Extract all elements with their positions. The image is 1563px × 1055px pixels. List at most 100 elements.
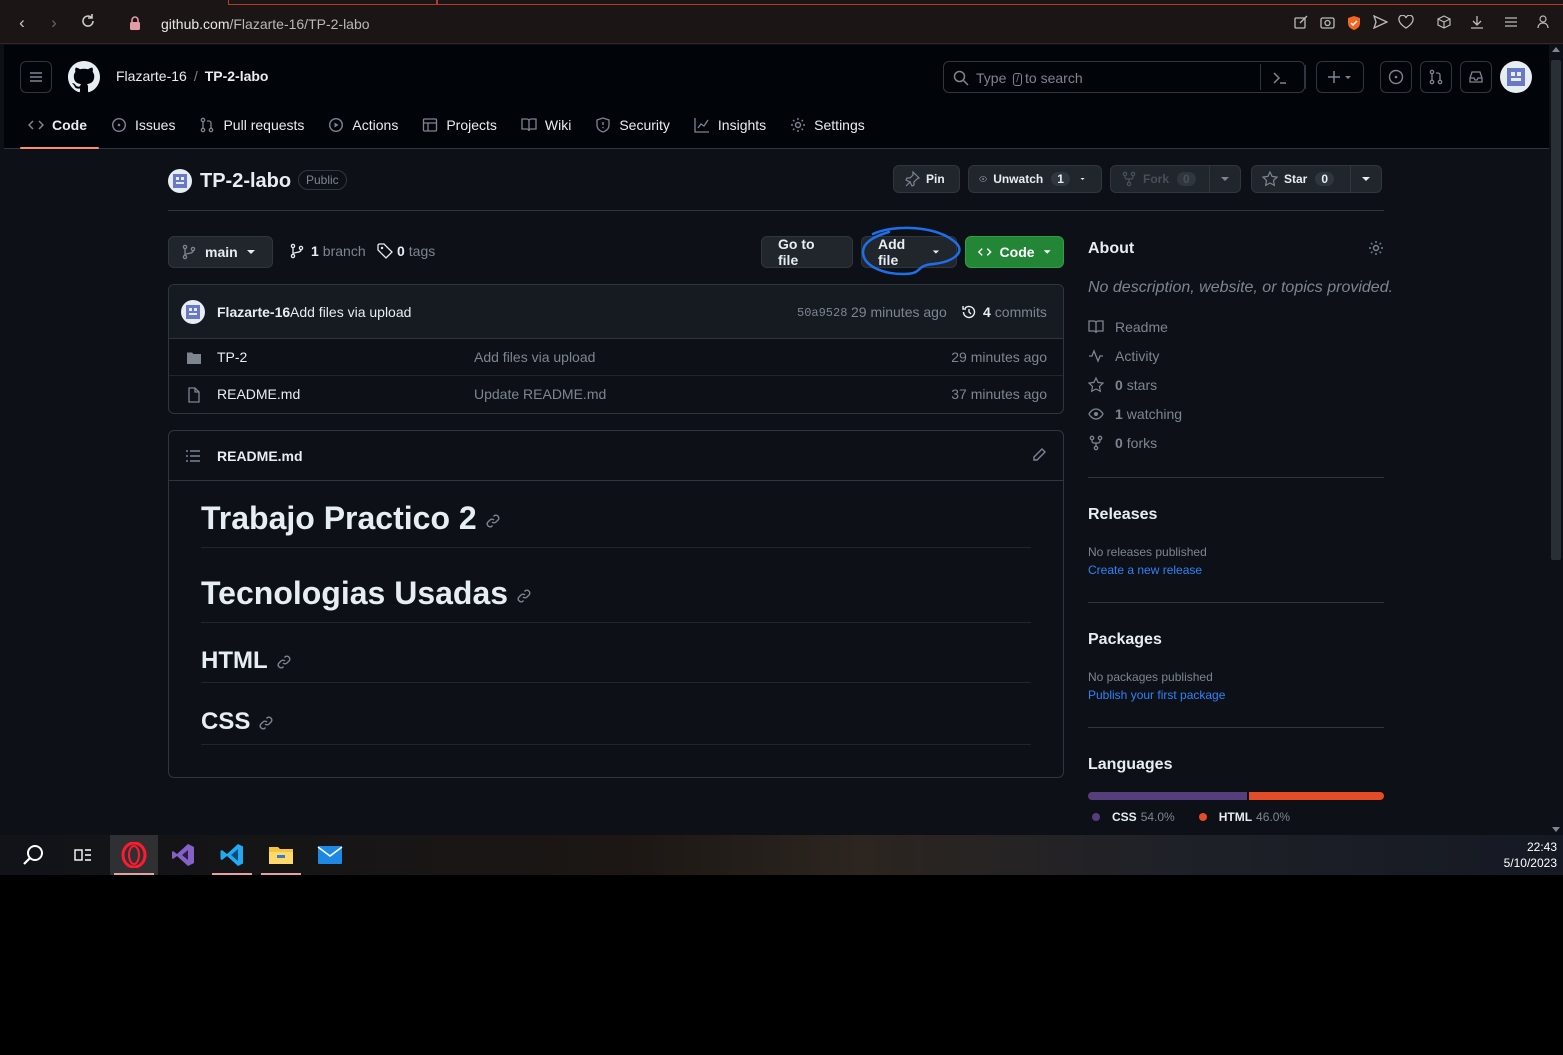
file-name[interactable]: TP-2: [217, 349, 247, 365]
create-release-link[interactable]: Create a new release: [1088, 563, 1202, 577]
commit-author[interactable]: Flazarte-16: [217, 304, 290, 320]
breadcrumb-repo[interactable]: TP-2-labo: [205, 68, 269, 84]
send-icon[interactable]: [1372, 14, 1389, 31]
tab-projects[interactable]: Projects: [414, 105, 509, 145]
branch-selector-button[interactable]: main: [168, 236, 273, 268]
language-legend-item[interactable]: CSS 54.0%: [1092, 810, 1175, 824]
code-dropdown-button[interactable]: Code: [965, 236, 1064, 268]
edit-icon[interactable]: [1294, 15, 1310, 31]
file-explorer-icon[interactable]: [257, 835, 305, 875]
search-placeholder-suffix: to search: [1025, 70, 1083, 86]
scroll-down-icon[interactable]: [1552, 827, 1560, 832]
shield-extension-icon[interactable]: [1347, 15, 1363, 31]
tab-wiki[interactable]: Wiki: [513, 105, 583, 145]
task-view-icon[interactable]: [59, 835, 107, 875]
file-name[interactable]: README.md: [217, 386, 300, 402]
search-shortcut-key: /: [1013, 73, 1023, 86]
unwatch-label: Unwatch: [993, 172, 1044, 186]
url-path: /Flazarte-16/TP-2-labo: [229, 16, 370, 32]
language-legend-item[interactable]: HTML 46.0%: [1198, 810, 1290, 824]
commit-history-link[interactable]: 4 commits: [961, 304, 1047, 320]
star-dropdown-button[interactable]: [1350, 165, 1382, 193]
tab-settings[interactable]: Settings: [782, 105, 877, 145]
opera-browser-icon[interactable]: [110, 835, 158, 875]
fork-button[interactable]: Fork 0: [1110, 165, 1210, 193]
forward-icon[interactable]: ›: [44, 13, 64, 33]
readme-link[interactable]: Readme: [1088, 319, 1168, 335]
scroll-up-icon[interactable]: [1552, 47, 1560, 52]
tag-count-link[interactable]: 0 tags: [377, 243, 435, 259]
commit-sha[interactable]: 50a9528: [797, 306, 847, 320]
link-icon[interactable]: [276, 654, 292, 670]
issues-icon[interactable]: [1380, 61, 1412, 93]
profile-icon[interactable]: [1537, 15, 1553, 31]
commit-message[interactable]: Add files via upload: [290, 304, 411, 320]
branch-count-link[interactable]: 1 branch: [289, 243, 366, 259]
fork-icon: [1122, 171, 1136, 187]
tab-security[interactable]: Security: [587, 105, 682, 145]
link-icon[interactable]: [258, 715, 274, 731]
releases-heading[interactable]: Releases: [1088, 506, 1157, 524]
create-new-button[interactable]: [1316, 61, 1364, 93]
packages-empty-text: No packages published: [1088, 670, 1213, 684]
tab-insights[interactable]: Insights: [686, 105, 778, 145]
readme-filename[interactable]: README.md: [217, 448, 303, 464]
file-commit-message[interactable]: Add files via upload: [474, 349, 595, 365]
search-icon[interactable]: [10, 835, 58, 875]
file-row[interactable]: README.md Update README.md 37 minutes ago: [169, 376, 1063, 413]
activity-link[interactable]: Activity: [1088, 348, 1159, 364]
hamburger-menu-icon[interactable]: [20, 61, 52, 93]
go-to-file-button[interactable]: Go to file: [761, 236, 853, 268]
heart-icon[interactable]: [1398, 14, 1414, 31]
avatar[interactable]: [1500, 61, 1532, 93]
stars-link[interactable]: 0 stars: [1088, 377, 1157, 393]
download-icon[interactable]: [1470, 15, 1486, 31]
clock-time: 22:43: [1526, 840, 1557, 854]
fork-dropdown-button[interactable]: [1209, 165, 1241, 193]
cube-icon[interactable]: [1437, 15, 1453, 31]
plus-icon: [1328, 71, 1351, 83]
language-bar: [1088, 792, 1384, 800]
camera-icon[interactable]: [1320, 15, 1336, 31]
breadcrumb-owner[interactable]: Flazarte-16: [116, 68, 187, 84]
github-logo-icon[interactable]: [68, 61, 100, 98]
scrollbar-thumb[interactable]: [1551, 60, 1561, 560]
commit-author-avatar[interactable]: [181, 300, 205, 324]
github-header: Flazarte-16 / TP-2-labo Type / to search Co…: [4, 45, 1549, 149]
watching-link[interactable]: 1 watching: [1088, 406, 1182, 422]
visual-studio-icon[interactable]: [159, 835, 207, 875]
pencil-icon[interactable]: [1031, 447, 1047, 463]
pull-requests-icon[interactable]: [1420, 61, 1452, 93]
file-row[interactable]: TP-2 Add files via upload 29 minutes ago: [169, 339, 1063, 376]
star-button[interactable]: Star 0: [1251, 165, 1351, 193]
mail-icon[interactable]: [306, 835, 354, 875]
inbox-icon[interactable]: [1460, 61, 1492, 93]
gear-icon[interactable]: [1368, 240, 1384, 256]
publish-package-link[interactable]: Publish your first package: [1088, 688, 1225, 702]
menu-lines-icon[interactable]: [1504, 15, 1520, 31]
back-icon[interactable]: ‹: [12, 13, 32, 33]
pin-button[interactable]: Pin: [893, 165, 960, 193]
list-icon[interactable]: [185, 448, 201, 464]
search-input[interactable]: Type / to search: [943, 61, 1305, 93]
page-scrollbar[interactable]: [1549, 44, 1563, 835]
file-commit-message[interactable]: Update README.md: [474, 386, 606, 402]
reload-icon[interactable]: [78, 13, 98, 33]
forks-link[interactable]: 0 forks: [1088, 435, 1157, 451]
tab-actions[interactable]: Actions: [320, 105, 410, 145]
repo-title[interactable]: TP-2-labo: [200, 170, 291, 193]
tab-code[interactable]: Code: [20, 105, 99, 149]
packages-heading[interactable]: Packages: [1088, 631, 1162, 649]
vscode-icon[interactable]: [208, 835, 256, 875]
activity-link-label: Activity: [1115, 348, 1160, 364]
system-clock[interactable]: 22:43 5/10/2023: [1504, 839, 1557, 871]
link-icon[interactable]: [516, 588, 532, 604]
tab-pull-requests[interactable]: Pull requests: [191, 105, 316, 145]
command-palette-icon[interactable]: [1272, 70, 1288, 86]
link-icon[interactable]: [485, 513, 501, 529]
browser-address-bar: ‹ › github.com/Flazarte-16/TP-2-labo: [0, 0, 1563, 44]
url-field[interactable]: github.com/Flazarte-16/TP-2-labo: [161, 16, 370, 32]
unwatch-button[interactable]: Unwatch 1: [968, 165, 1102, 193]
tab-issues[interactable]: Issues: [103, 105, 187, 145]
language-dot: [1092, 813, 1100, 821]
